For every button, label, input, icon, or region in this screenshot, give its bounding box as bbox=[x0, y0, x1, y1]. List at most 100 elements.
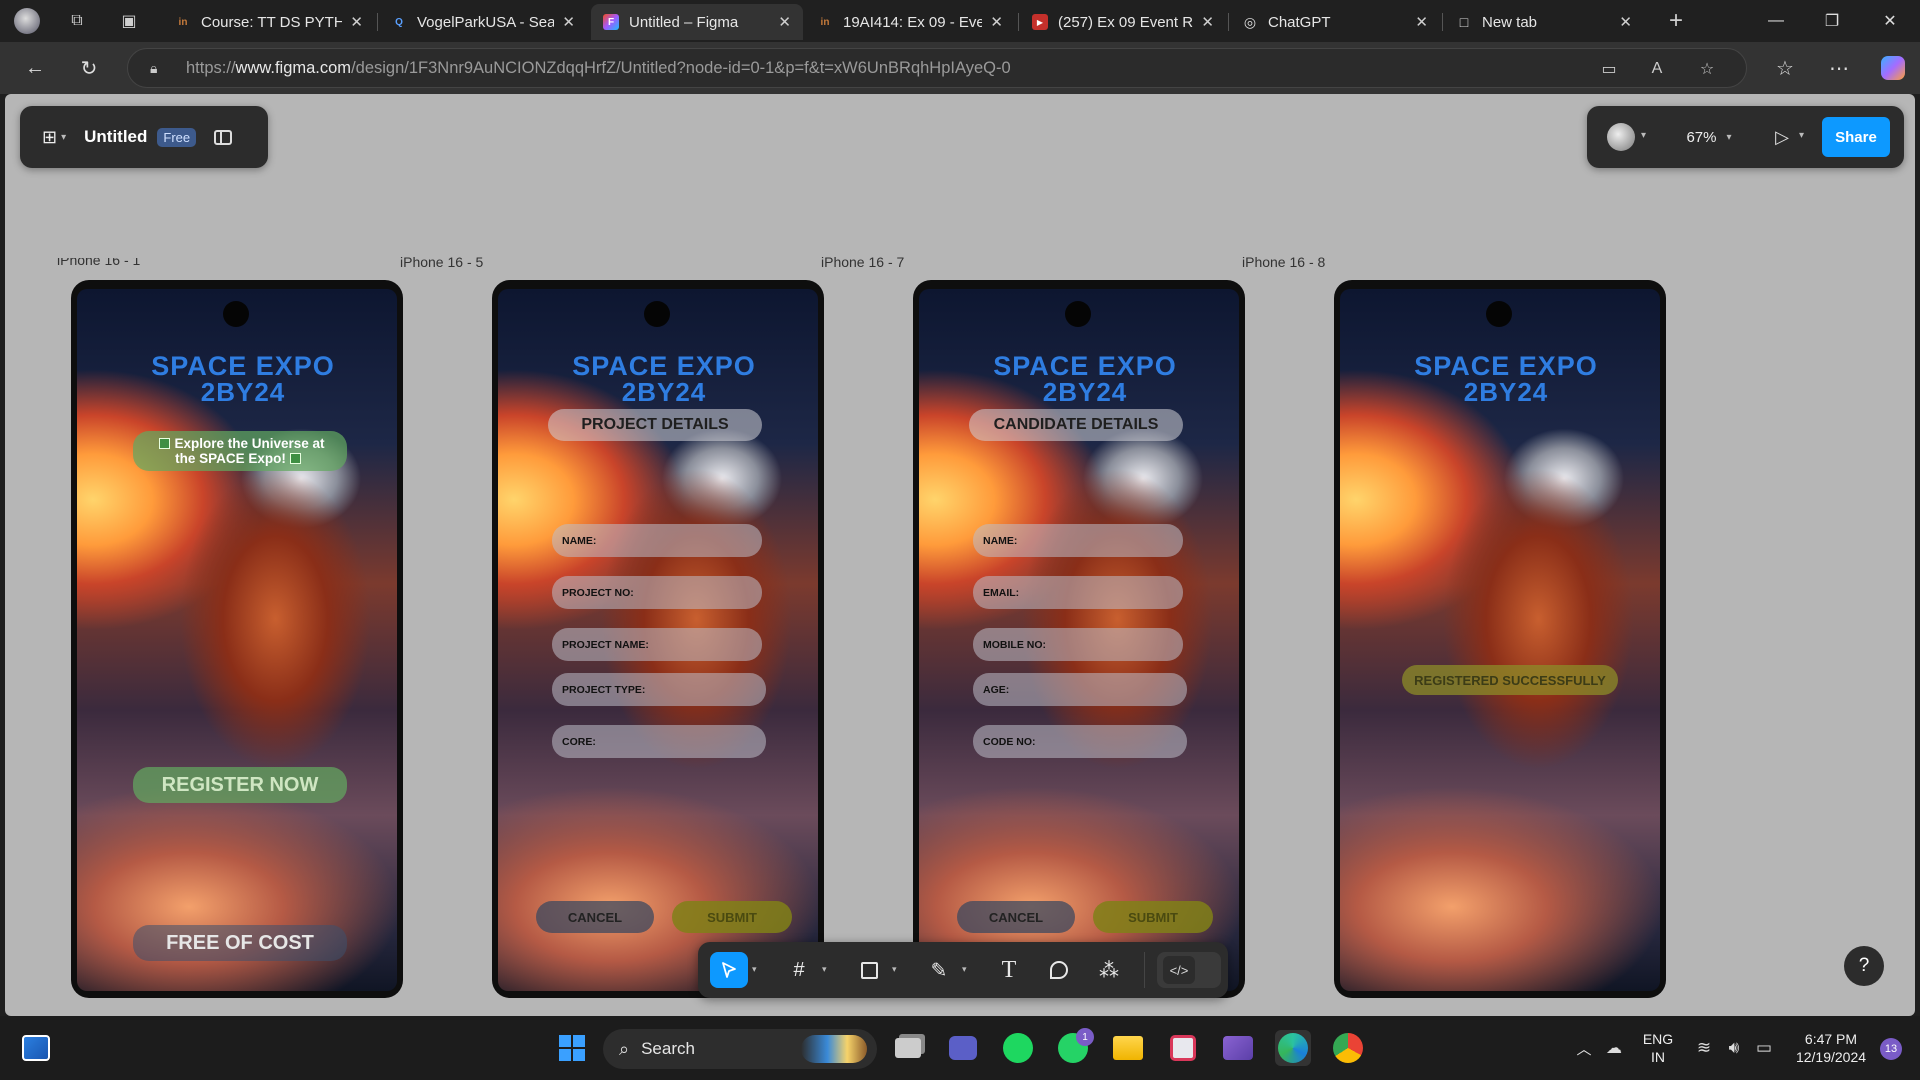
submit-button[interactable]: SUBMIT bbox=[1093, 901, 1213, 933]
free-of-cost-badge[interactable]: FREE OF COST bbox=[133, 925, 347, 961]
name-field[interactable]: NAME: bbox=[552, 524, 762, 557]
close-tab-icon[interactable]: ✕ bbox=[350, 13, 363, 31]
tab-youtube[interactable]: ▶ (257) Ex 09 Event Re ✕ bbox=[1020, 4, 1226, 40]
chevron-down-icon[interactable]: ▾ bbox=[822, 964, 827, 975]
share-button[interactable]: Share bbox=[1822, 117, 1890, 157]
battery-icon[interactable]: ▭ bbox=[1746, 1030, 1782, 1066]
tab-ex09[interactable]: in 19AI414: Ex 09 - Eve ✕ bbox=[805, 4, 1015, 40]
chevron-down-icon[interactable]: ▾ bbox=[1799, 130, 1804, 141]
frame-label-1[interactable]: iPhone 16 - 1 bbox=[57, 258, 140, 268]
profile-avatar-icon[interactable] bbox=[12, 7, 42, 35]
read-aloud-icon[interactable]: A bbox=[1644, 57, 1670, 81]
file-explorer-icon[interactable] bbox=[1110, 1030, 1146, 1066]
close-tab-icon[interactable]: ✕ bbox=[778, 13, 791, 31]
widgets-icon[interactable] bbox=[18, 1030, 54, 1066]
iphone-frame-8[interactable]: SPACE EXPO 2BY24 REGISTERED SUCCESSFULLY bbox=[1334, 280, 1666, 998]
iphone-frame-5[interactable]: SPACE EXPO 2BY24 PROJECT DETAILS NAME: P… bbox=[492, 280, 824, 998]
figma-canvas[interactable]: ⊞ ▾ Untitled Free ▾ 67% ▾ ▷ ▾ Share iPho… bbox=[5, 94, 1915, 1016]
minimize-icon[interactable]: — bbox=[1754, 6, 1798, 36]
dev-mode-toggle[interactable]: </> bbox=[1157, 952, 1221, 988]
new-tab-plus-icon[interactable]: + bbox=[1661, 7, 1691, 35]
workspaces-icon[interactable]: ⧉ bbox=[62, 7, 92, 35]
project-no-field[interactable]: PROJECT NO: bbox=[552, 576, 762, 609]
mobile-no-field[interactable]: MOBILE NO: bbox=[973, 628, 1183, 661]
email-field[interactable]: EMAIL: bbox=[973, 576, 1183, 609]
clock[interactable]: 6:47 PM 12/19/2024 bbox=[1786, 1030, 1876, 1066]
plan-badge[interactable]: Free bbox=[157, 127, 197, 147]
user-avatar[interactable] bbox=[1607, 123, 1635, 151]
clipchamp-icon[interactable] bbox=[1220, 1030, 1256, 1066]
comment-tool-icon[interactable] bbox=[1040, 952, 1078, 988]
core-field[interactable]: CORE: bbox=[552, 725, 766, 758]
section-heading[interactable]: CANDIDATE DETAILS bbox=[969, 409, 1183, 441]
frame-tool-icon[interactable]: # bbox=[780, 952, 818, 988]
tab-vogelpark[interactable]: Q VogelParkUSA - Sear ✕ bbox=[379, 4, 587, 40]
register-now-button[interactable]: REGISTER NOW bbox=[133, 767, 347, 803]
toggle-sidebar-icon[interactable] bbox=[214, 129, 233, 145]
name-field[interactable]: NAME: bbox=[973, 524, 1183, 557]
copilot-icon[interactable] bbox=[1876, 52, 1910, 84]
spotify-icon[interactable] bbox=[1000, 1030, 1036, 1066]
move-tool-icon[interactable] bbox=[710, 952, 748, 988]
chevron-down-icon[interactable]: ▾ bbox=[752, 964, 757, 975]
cancel-button[interactable]: CANCEL bbox=[957, 901, 1075, 933]
language-indicator[interactable]: ENG IN bbox=[1636, 1030, 1680, 1066]
frame-label-5[interactable]: iPhone 16 - 5 bbox=[400, 254, 483, 270]
tab-chatgpt[interactable]: ◎ ChatGPT ✕ bbox=[1230, 4, 1440, 40]
file-name[interactable]: Untitled bbox=[84, 127, 147, 147]
chevron-down-icon[interactable]: ▾ bbox=[1641, 130, 1646, 141]
pen-tool-icon[interactable]: ✎ bbox=[920, 952, 958, 988]
teams-meet-icon[interactable] bbox=[945, 1030, 981, 1066]
registered-success-badge[interactable]: REGISTERED SUCCESSFULLY bbox=[1402, 665, 1618, 695]
section-heading[interactable]: PROJECT DETAILS bbox=[548, 409, 762, 441]
age-field[interactable]: AGE: bbox=[973, 673, 1187, 706]
more-menu-icon[interactable]: ⋯ bbox=[1822, 52, 1856, 84]
tagline-badge[interactable]: Explore the Universe at the SPACE Expo! bbox=[133, 431, 347, 471]
project-type-field[interactable]: PROJECT TYPE: bbox=[552, 673, 766, 706]
edge-browser-icon[interactable] bbox=[1275, 1030, 1311, 1066]
close-tab-icon[interactable]: ✕ bbox=[990, 13, 1003, 31]
figma-menu-icon[interactable]: ⊞ bbox=[42, 127, 57, 148]
cancel-button[interactable]: CANCEL bbox=[536, 901, 654, 933]
help-button[interactable]: ? bbox=[1844, 946, 1884, 986]
submit-button[interactable]: SUBMIT bbox=[672, 901, 792, 933]
present-play-icon[interactable]: ▷ bbox=[1767, 122, 1797, 152]
notification-count[interactable]: 13 bbox=[1880, 1038, 1902, 1060]
chrome-icon[interactable] bbox=[1330, 1030, 1366, 1066]
close-tab-icon[interactable]: ✕ bbox=[1619, 13, 1632, 31]
favorites-icon[interactable]: ☆ bbox=[1768, 52, 1802, 84]
chevron-down-icon[interactable]: ▾ bbox=[962, 964, 967, 975]
restore-icon[interactable]: ❐ bbox=[1810, 6, 1854, 36]
url-text[interactable]: https://www.figma.com/design/1F3Nnr9AuNC… bbox=[186, 59, 1011, 78]
tab-figma[interactable]: F Untitled – Figma ✕ bbox=[591, 4, 803, 40]
close-tab-icon[interactable]: ✕ bbox=[562, 13, 575, 31]
zoom-dropdown[interactable]: 67% ▾ bbox=[1669, 120, 1749, 154]
text-tool-icon[interactable]: T bbox=[990, 952, 1028, 988]
tab-course[interactable]: in Course: TT DS PYTH ✕ bbox=[163, 4, 375, 40]
taskbar-search[interactable]: ⌕ Search bbox=[603, 1029, 877, 1069]
frame-label-7[interactable]: iPhone 16 - 7 bbox=[821, 254, 904, 270]
back-arrow-icon[interactable]: ← bbox=[18, 52, 52, 84]
iphone-frame-7[interactable]: SPACE EXPO 2BY24 CANDIDATE DETAILS NAME:… bbox=[913, 280, 1245, 998]
app-available-icon[interactable]: ▭ bbox=[1596, 57, 1622, 81]
close-tab-icon[interactable]: ✕ bbox=[1201, 13, 1214, 31]
close-tab-icon[interactable]: ✕ bbox=[1415, 13, 1428, 31]
iphone-frame-1[interactable]: SPACE EXPO 2BY24 Explore the Universe at… bbox=[71, 280, 403, 998]
actions-tool-icon[interactable]: ⁂ bbox=[1090, 952, 1128, 988]
project-name-field[interactable]: PROJECT NAME: bbox=[552, 628, 762, 661]
chevron-down-icon[interactable]: ▾ bbox=[61, 132, 66, 143]
reload-icon[interactable]: ↻ bbox=[72, 52, 106, 84]
snipping-tool-icon[interactable] bbox=[1165, 1030, 1201, 1066]
lock-icon[interactable]: 🔒︎ bbox=[150, 60, 168, 77]
chevron-down-icon[interactable]: ▾ bbox=[892, 964, 897, 975]
close-window-icon[interactable]: ✕ bbox=[1868, 6, 1912, 36]
network-vpn-icon[interactable]: ☁ bbox=[1596, 1030, 1632, 1066]
code-no-field[interactable]: CODE NO: bbox=[973, 725, 1187, 758]
address-bar[interactable]: 🔒︎ https://www.figma.com/design/1F3Nnr9A… bbox=[127, 48, 1747, 88]
favorite-star-icon[interactable]: ☆ bbox=[1694, 57, 1720, 81]
task-view-icon[interactable] bbox=[890, 1030, 926, 1066]
tab-new[interactable]: □ New tab ✕ bbox=[1444, 4, 1644, 40]
frame-label-8[interactable]: iPhone 16 - 8 bbox=[1242, 254, 1325, 270]
rectangle-tool-icon[interactable] bbox=[850, 952, 888, 988]
windows-start-icon[interactable] bbox=[554, 1030, 590, 1066]
